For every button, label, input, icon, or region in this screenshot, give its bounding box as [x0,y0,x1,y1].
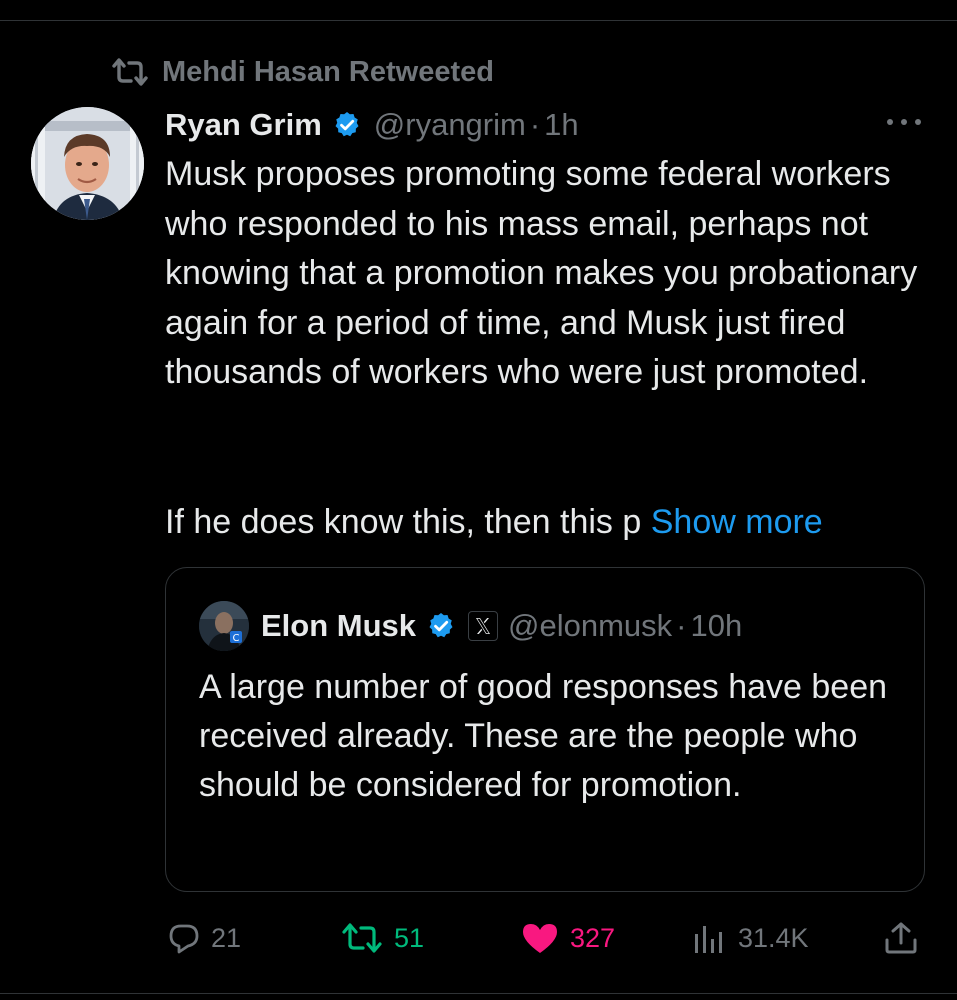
reply-button[interactable]: 21 [167,918,241,958]
retweet-button[interactable]: 51 [340,918,424,958]
quoted-author-avatar[interactable]: C [199,601,249,651]
x-affiliation-badge-icon[interactable] [468,611,499,641]
quoted-tweet-header: C Elon Musk @elonmusk · 10h [199,600,742,652]
heart-filled-icon [520,921,560,955]
quoted-tweet-card[interactable]: C Elon Musk @elonmusk · 10h A large numb… [165,567,925,892]
share-button[interactable] [883,918,929,958]
views-button[interactable]: 31.4K [692,918,809,958]
like-button[interactable]: 327 [520,918,615,958]
tweet-header: Ryan Grim @ryangrim · 1h [165,102,579,148]
retweet-icon [110,57,150,87]
top-divider [0,20,957,21]
share-icon [883,921,919,955]
author-avatar[interactable] [31,107,144,220]
retweet-count: 51 [394,922,425,953]
quoted-verified-badge-icon [426,611,456,641]
retweet-context-label: Mehdi Hasan Retweeted [162,55,494,88]
svg-text:C: C [233,633,240,644]
retweet-context[interactable]: Mehdi Hasan Retweeted [110,52,494,92]
show-more-link[interactable]: Show more [651,503,823,541]
quoted-author-handle[interactable]: @elonmusk [508,608,672,644]
quoted-author-name[interactable]: Elon Musk [261,608,416,644]
tweet-body: Musk proposes promoting some federal wor… [165,150,935,541]
view-count: 31.4K [738,922,809,953]
reply-icon [167,922,201,954]
more-options-button[interactable] [884,112,924,132]
tweet-timestamp[interactable]: 1h [544,107,578,143]
tweet-text-truncated: If he does know this, then this p [165,503,642,541]
verified-badge-icon [332,110,362,140]
like-count: 327 [570,922,616,953]
separator-dot: · [529,107,541,142]
tweet-text-paragraph-1: Musk proposes promoting some federal wor… [165,155,918,391]
reply-count: 21 [211,922,242,953]
author-name[interactable]: Ryan Grim [165,107,322,143]
tweet-text-paragraph-2: If he does know this, then this p Show m… [165,498,823,548]
bottom-divider [0,993,957,994]
more-horizontal-icon [887,119,921,125]
quoted-separator-dot: · [676,608,687,643]
quoted-tweet-text: A large number of good responses have be… [199,668,888,804]
bar-chart-icon [692,923,728,953]
author-handle[interactable]: @ryangrim [374,107,526,143]
retweet-action-icon [340,922,384,954]
quoted-tweet-timestamp[interactable]: 10h [691,608,743,644]
